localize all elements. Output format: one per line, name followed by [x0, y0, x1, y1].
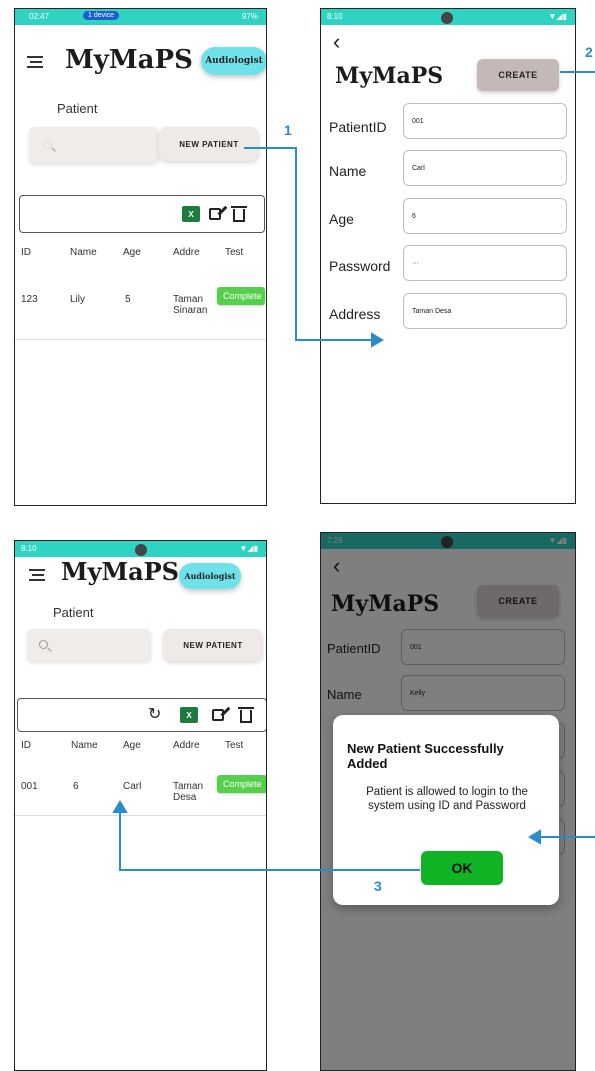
flow-arrows	[112, 71, 595, 871]
arrowhead-to-dialog	[528, 829, 541, 845]
step-number-2: 2	[585, 44, 593, 60]
arrow-step-1	[244, 147, 372, 341]
arrowhead-step-3	[112, 800, 128, 813]
arrowhead-step-1	[371, 332, 384, 348]
arrow-step-3	[119, 812, 420, 871]
step-number-3: 3	[374, 878, 382, 894]
step-number-1: 1	[284, 122, 292, 138]
